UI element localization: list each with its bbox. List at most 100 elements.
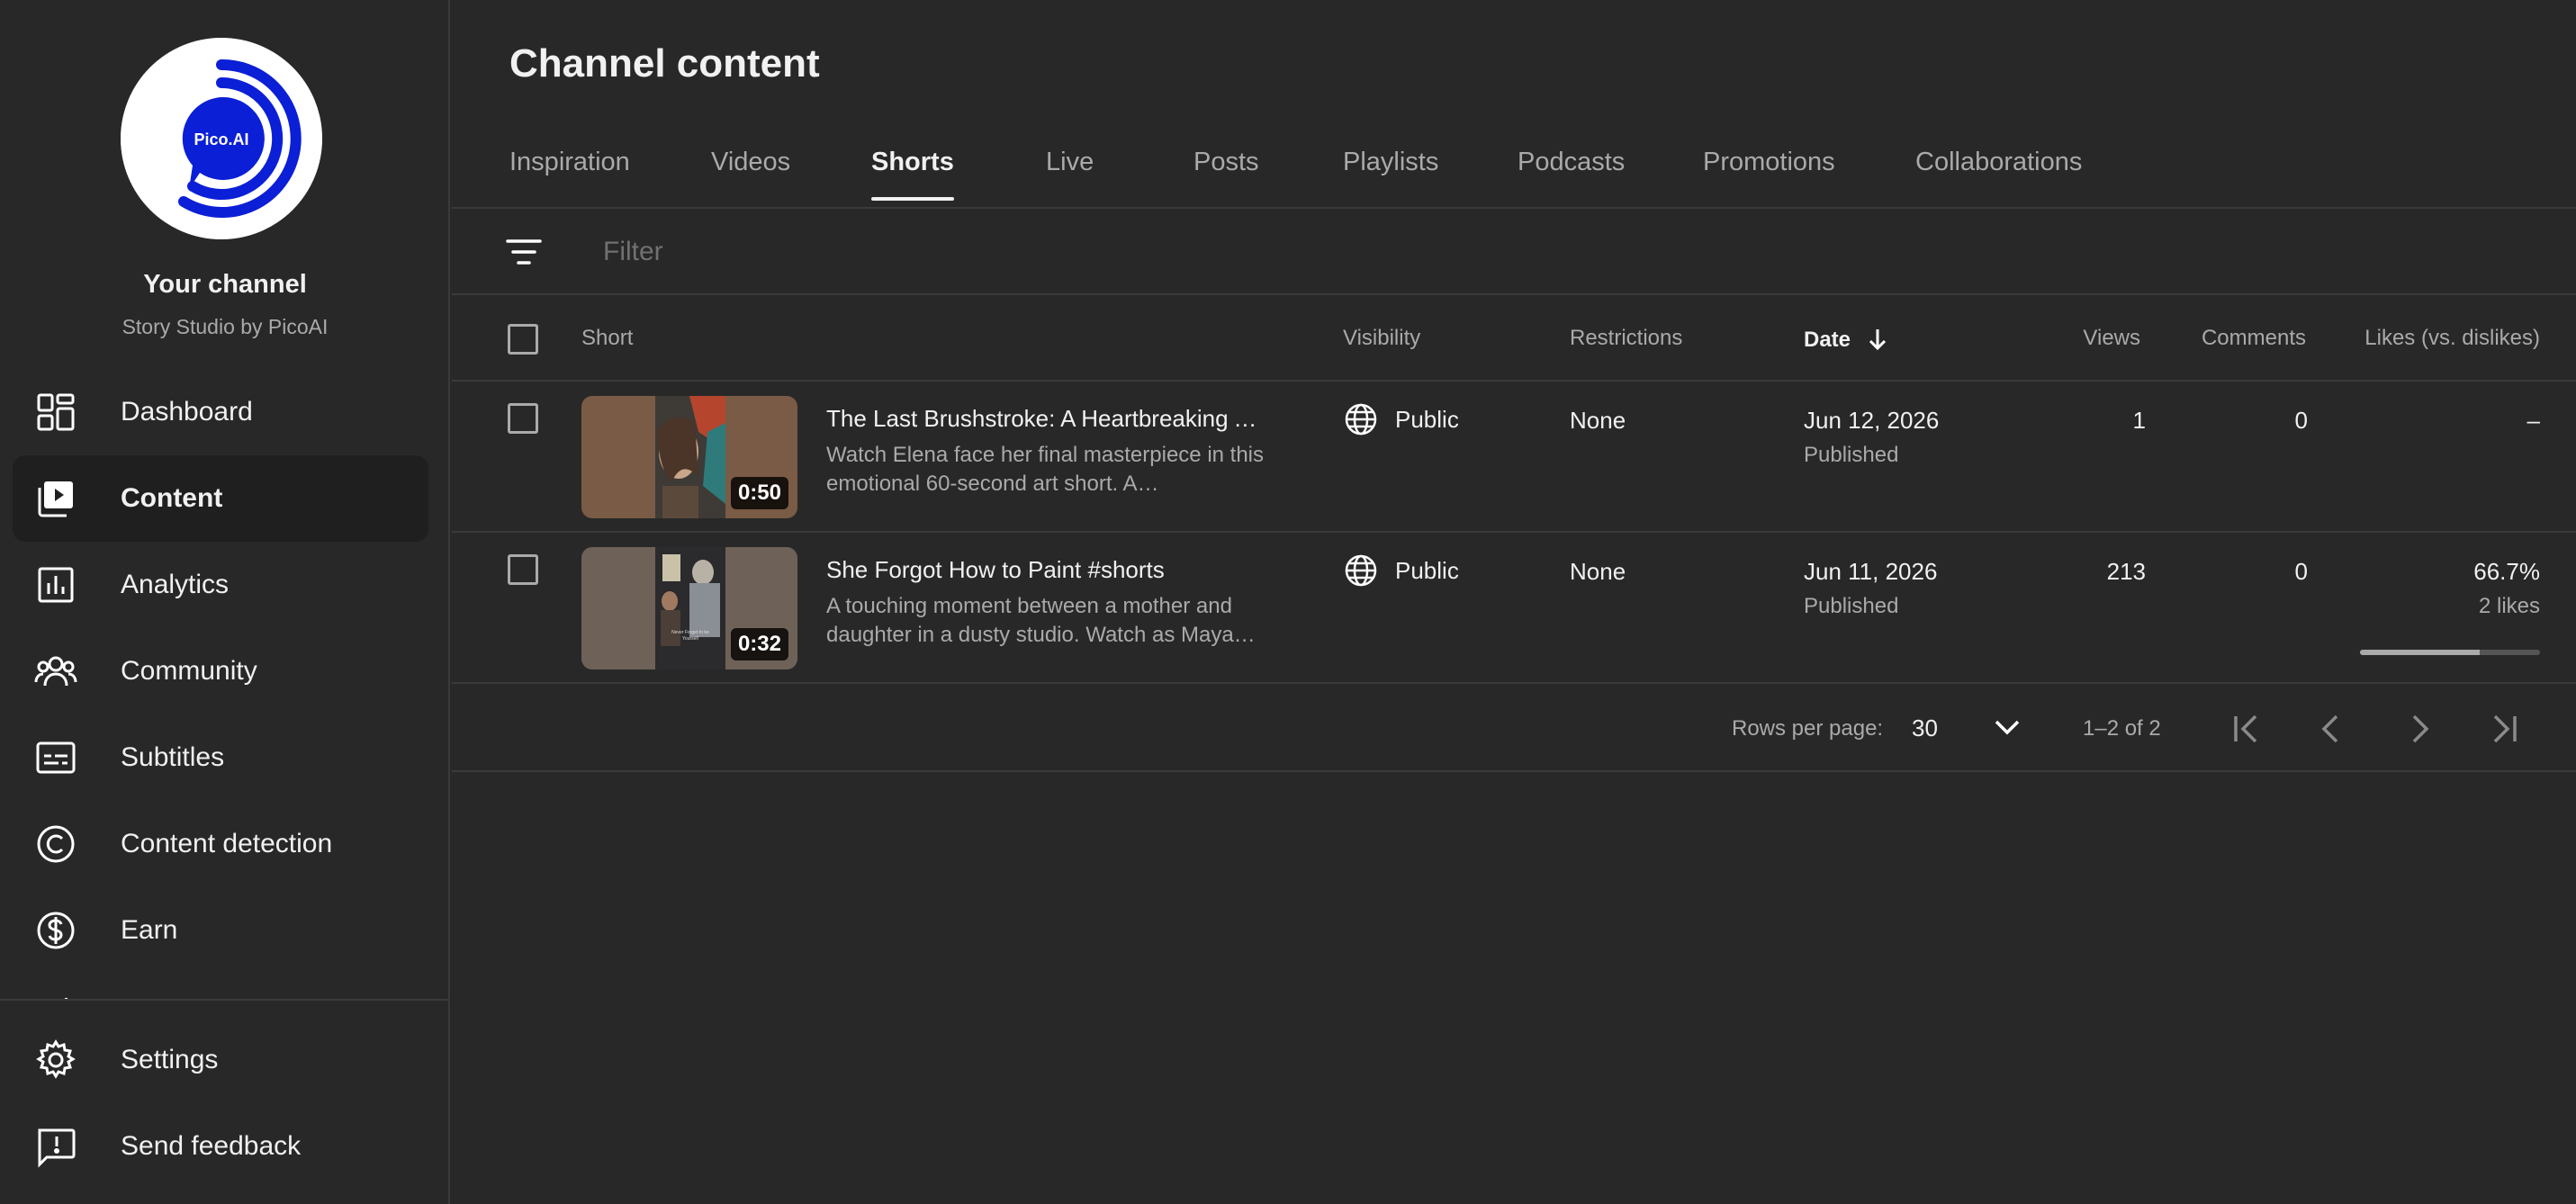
sidebar-item-content-detection[interactable]: Content detection (13, 801, 428, 887)
tab-collaborations[interactable]: Collaborations (1915, 148, 2082, 201)
channel-avatar[interactable]: Pico.AI (121, 38, 322, 239)
visibility-label: Public (1395, 556, 1459, 584)
sidebar-item-subtitles[interactable]: Subtitles (13, 714, 428, 801)
last-page-icon (2493, 714, 2517, 743)
video-title[interactable]: The Last Brushstroke: A Heartbreaking A… (826, 405, 1267, 433)
column-header-restrictions: Restrictions (1570, 326, 1683, 350)
filter-icon[interactable] (504, 234, 544, 270)
picoai-logo: Pico.AI (121, 38, 322, 239)
date-value: Jun 11, 2026 (1804, 558, 1938, 585)
publish-status: Published (1804, 594, 1899, 618)
sidebar-item-community[interactable]: Community (13, 628, 428, 714)
channel-name: Story Studio by PicoAI (122, 315, 329, 338)
video-thumbnail[interactable]: 0:50 (581, 396, 797, 518)
subtitles-icon (34, 736, 77, 779)
svg-text:Never Forget to be: Never Forget to be (671, 630, 709, 635)
likes-value: – (2526, 407, 2540, 434)
svg-text:Yourself: Yourself (682, 636, 698, 642)
tab-posts[interactable]: Posts (1193, 148, 1259, 201)
chevron-left-icon (2321, 714, 2338, 743)
chevron-down-icon[interactable] (1989, 709, 2025, 745)
filter-input[interactable] (603, 230, 1683, 274)
dashboard-icon (34, 391, 77, 434)
tab-shorts[interactable]: Shorts (871, 148, 954, 201)
column-header-likes: Likes (vs. dislikes) (2364, 326, 2540, 350)
likes-count: 2 likes (2478, 594, 2540, 618)
sidebar-divider (0, 999, 450, 1001)
table-header: Short Visibility Restrictions Date Views… (452, 295, 2576, 382)
sidebar-item-settings[interactable]: Settings (13, 1017, 428, 1103)
video-duration: 0:50 (730, 477, 788, 509)
sidebar-item-earn[interactable]: Earn (13, 887, 428, 974)
sidebar-item-send-feedback[interactable]: Send feedback (13, 1103, 428, 1190)
content-tabs: Inspiration Videos Shorts Live Posts Pla… (452, 135, 2576, 209)
sidebar-item-label: Content (121, 483, 223, 513)
select-all-checkbox[interactable] (508, 324, 538, 355)
visibility-cell[interactable]: Public (1343, 553, 1459, 589)
previous-page-button[interactable] (2310, 707, 2353, 750)
sort-down-arrow-icon (1869, 329, 1886, 351)
column-header-views: Views (2083, 326, 2140, 350)
pagination-bar: Rows per page: 30 1–2 of 2 (452, 686, 2576, 772)
sidebar-item-label: Analytics (121, 570, 230, 599)
feedback-icon (34, 1125, 77, 1168)
chevron-right-icon (2412, 714, 2429, 743)
sidebar-item-label: Settings (121, 1045, 219, 1074)
video-thumbnail[interactable]: Never Forget to be Yourself 0:32 (581, 547, 797, 669)
sidebar-item-dashboard[interactable]: Dashboard (13, 369, 428, 455)
gear-icon (34, 1038, 77, 1082)
rows-per-page-label: Rows per page: (1732, 716, 1884, 741)
video-title[interactable]: She Forgot How to Paint #shorts (826, 556, 1267, 584)
row-checkbox[interactable] (508, 554, 538, 585)
date-value: Jun 12, 2026 (1804, 407, 1940, 434)
table-row[interactable]: Never Forget to be Yourself 0:32 She For… (452, 533, 2576, 684)
first-page-button[interactable] (2225, 707, 2268, 750)
first-page-icon (2234, 714, 2257, 743)
likes-ratio-bar (2360, 650, 2540, 655)
column-header-date-label: Date (1804, 328, 1851, 352)
next-page-button[interactable] (2398, 707, 2441, 750)
restrictions-value: None (1570, 407, 1626, 434)
sidebar: Pico.AI Your channel Story Studio by Pic… (0, 0, 450, 1204)
tab-promotions[interactable]: Promotions (1703, 148, 1835, 201)
svg-text:Pico.AI: Pico.AI (194, 130, 248, 148)
video-description: Watch Elena face her final masterpiece i… (826, 443, 1265, 496)
content-icon (34, 477, 77, 520)
sidebar-item-label: Community (121, 656, 257, 686)
row-checkbox[interactable] (508, 403, 538, 434)
page-range: 1–2 of 2 (2083, 716, 2161, 741)
tab-inspiration[interactable]: Inspiration (509, 148, 630, 201)
sidebar-item-label: Subtitles (121, 742, 225, 772)
sidebar-item-analytics[interactable]: Analytics (13, 542, 428, 628)
tab-playlists[interactable]: Playlists (1343, 148, 1438, 201)
main-content: Channel content Inspiration Videos Short… (452, 0, 2576, 1204)
views-value: 213 (2106, 558, 2146, 585)
copyright-icon (34, 822, 77, 866)
visibility-label: Public (1395, 405, 1459, 433)
globe-icon (1345, 554, 1377, 587)
sidebar-item-content[interactable]: Content (13, 455, 428, 542)
column-header-date[interactable]: Date (1804, 326, 1891, 353)
community-icon (34, 650, 77, 693)
last-page-button[interactable] (2482, 707, 2526, 750)
tab-podcasts[interactable]: Podcasts (1518, 148, 1625, 201)
sidebar-item-label: Send feedback (121, 1131, 302, 1161)
views-value: 1 (2132, 407, 2146, 434)
table-row[interactable]: 0:50 The Last Brushstroke: A Heartbreaki… (452, 382, 2576, 533)
page-title: Channel content (509, 41, 820, 85)
column-header-short: Short (581, 326, 634, 350)
analytics-icon (34, 563, 77, 606)
rows-per-page-value[interactable]: 30 (1912, 714, 1938, 742)
dollar-icon (34, 909, 77, 952)
publish-status: Published (1804, 443, 1899, 467)
globe-icon (1345, 403, 1377, 436)
comments-value: 0 (2294, 558, 2308, 585)
video-description: A touching moment between a mother and d… (826, 594, 1256, 647)
tab-videos[interactable]: Videos (711, 148, 790, 201)
visibility-cell[interactable]: Public (1343, 401, 1459, 437)
likes-value: 66.7% (2473, 558, 2540, 585)
channel-title: Your channel (143, 270, 307, 299)
tab-live[interactable]: Live (1046, 148, 1094, 201)
sidebar-item-label: Dashboard (121, 397, 253, 427)
column-header-comments: Comments (2201, 326, 2306, 350)
